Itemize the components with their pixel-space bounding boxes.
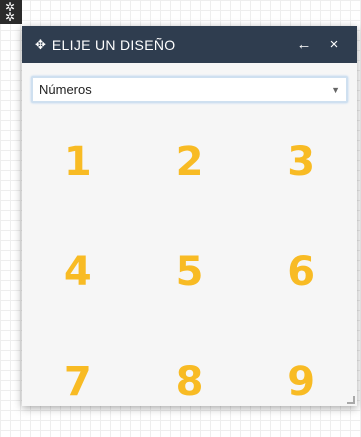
design-option-7[interactable]: 7 [22,327,134,437]
choose-design-dialog: ✥ ELIJE UN DISEÑO ← × Números ▼ 1 2 3 4 … [22,26,357,406]
chevron-down-icon: ▼ [331,84,340,95]
design-number: 8 [175,359,204,405]
move-arrows-icon[interactable]: ✥ [35,37,46,53]
design-number: 9 [287,359,316,405]
design-option-6[interactable]: 6 [245,217,357,327]
design-option-8[interactable]: 8 [134,327,246,437]
design-option-2[interactable]: 2 [134,107,246,217]
dialog-titlebar[interactable]: ✥ ELIJE UN DISEÑO ← × [22,26,357,63]
design-number: 7 [63,359,92,405]
close-button[interactable]: × [319,36,349,53]
design-number: 3 [287,139,316,185]
design-option-9[interactable]: 9 [245,327,357,437]
design-number: 6 [287,249,316,295]
dialog-title: ELIJE UN DISEÑO [51,36,176,53]
design-option-1[interactable]: 1 [22,107,134,217]
back-button[interactable]: ← [289,36,319,53]
design-option-3[interactable]: 3 [245,107,357,217]
design-number: 4 [63,249,92,295]
design-grid: 1 2 3 4 5 6 7 8 9 [22,103,357,437]
design-type-select[interactable]: Números ▼ [31,76,348,103]
design-number: 2 [175,139,204,185]
design-option-4[interactable]: 4 [22,217,134,327]
gear-icon[interactable]: ✲ ✲ [0,0,22,24]
design-number: 5 [175,249,204,295]
design-number: 1 [63,139,92,185]
design-option-5[interactable]: 5 [134,217,246,327]
resize-handle[interactable] [347,396,355,404]
design-type-value: Números [39,82,92,97]
